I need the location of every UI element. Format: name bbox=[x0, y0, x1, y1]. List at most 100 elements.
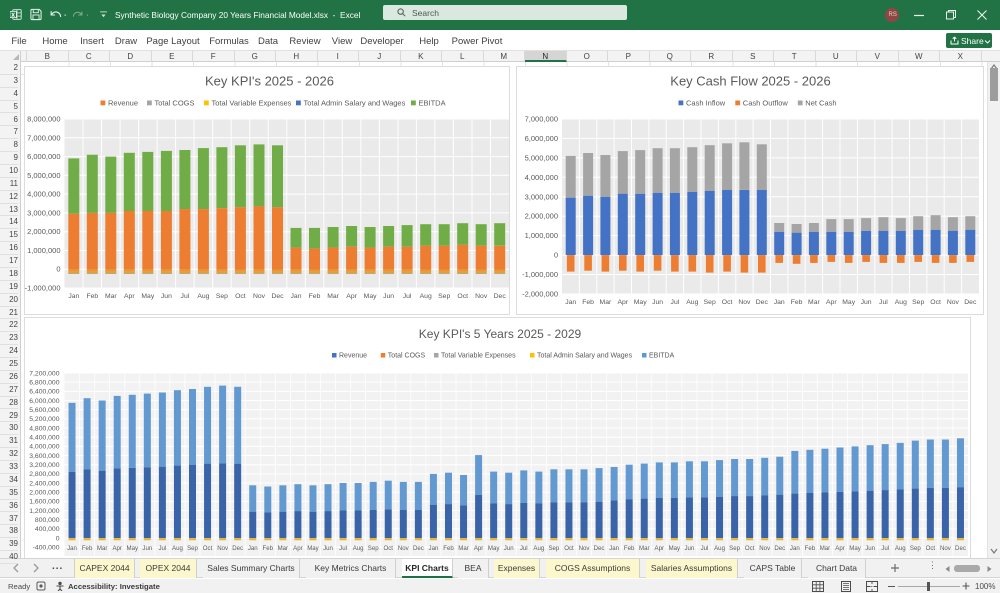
svg-text:EBITDA: EBITDA bbox=[649, 353, 675, 360]
svg-text:Nov: Nov bbox=[475, 293, 488, 300]
svg-text:Revenue: Revenue bbox=[339, 353, 367, 360]
svg-text:Apr: Apr bbox=[112, 545, 121, 552]
svg-text:Sep: Sep bbox=[910, 545, 921, 552]
svg-text:Feb: Feb bbox=[443, 545, 454, 552]
svg-text:Total Variable Expenses: Total Variable Expenses bbox=[212, 99, 292, 108]
svg-text:Dec: Dec bbox=[494, 293, 507, 300]
svg-text:Nov: Nov bbox=[398, 545, 410, 552]
svg-text:Apr: Apr bbox=[293, 545, 302, 552]
svg-text:4,800,000: 4,800,000 bbox=[29, 425, 59, 432]
svg-text:Nov: Nov bbox=[940, 545, 952, 552]
svg-text:1,000,000: 1,000,000 bbox=[27, 246, 60, 255]
svg-text:3,000,000: 3,000,000 bbox=[27, 208, 60, 217]
svg-text:Jan: Jan bbox=[774, 299, 785, 306]
svg-text:Mar: Mar bbox=[820, 545, 831, 552]
svg-text:Jan: Jan bbox=[565, 299, 576, 306]
svg-text:2,000,000: 2,000,000 bbox=[27, 227, 60, 236]
svg-text:Jan: Jan bbox=[67, 545, 77, 552]
svg-text:May: May bbox=[307, 545, 319, 552]
svg-text:Mar: Mar bbox=[458, 545, 469, 552]
svg-text:May: May bbox=[634, 299, 647, 306]
svg-text:1,200,000: 1,200,000 bbox=[29, 508, 59, 515]
svg-text:Nov: Nov bbox=[217, 545, 229, 552]
svg-text:Dec: Dec bbox=[413, 545, 424, 552]
svg-text:Nov: Nov bbox=[579, 545, 591, 552]
svg-text:0: 0 bbox=[56, 535, 60, 542]
svg-text:Sep: Sep bbox=[368, 545, 379, 552]
svg-text:Feb: Feb bbox=[263, 545, 274, 552]
svg-text:Aug: Aug bbox=[420, 293, 432, 300]
svg-text:Key KPI's 5 Years 2025 - 2029: Key KPI's 5 Years 2025 - 2029 bbox=[419, 327, 582, 341]
svg-text:Nov: Nov bbox=[947, 299, 960, 306]
svg-text:Feb: Feb bbox=[624, 545, 635, 552]
svg-text:Apr: Apr bbox=[474, 545, 483, 552]
svg-text:5,200,000: 5,200,000 bbox=[29, 416, 59, 423]
svg-text:Feb: Feb bbox=[86, 293, 98, 300]
svg-text:-2,000,000: -2,000,000 bbox=[522, 290, 558, 299]
svg-text:800,000: 800,000 bbox=[35, 517, 60, 524]
svg-text:2,000,000: 2,000,000 bbox=[29, 490, 59, 497]
svg-text:Dec: Dec bbox=[232, 545, 243, 552]
svg-text:Oct: Oct bbox=[745, 545, 755, 552]
svg-text:Jun: Jun bbox=[323, 545, 333, 552]
svg-text:Feb: Feb bbox=[309, 293, 321, 300]
svg-text:Jul: Jul bbox=[881, 545, 889, 552]
svg-text:-400,000: -400,000 bbox=[33, 545, 60, 552]
svg-text:Aug: Aug bbox=[714, 545, 725, 552]
svg-text:Jun: Jun bbox=[161, 293, 172, 300]
svg-text:Mar: Mar bbox=[600, 299, 612, 306]
svg-text:Jun: Jun bbox=[142, 545, 152, 552]
svg-text:Apr: Apr bbox=[835, 545, 844, 552]
svg-text:5,000,000: 5,000,000 bbox=[27, 171, 60, 180]
svg-text:Oct: Oct bbox=[926, 545, 936, 552]
svg-text:Feb: Feb bbox=[582, 299, 594, 306]
svg-text:Net Cash: Net Cash bbox=[805, 99, 836, 108]
svg-text:Aug: Aug bbox=[895, 299, 907, 306]
svg-text:Sep: Sep bbox=[548, 545, 559, 552]
svg-text:Nov: Nov bbox=[253, 293, 266, 300]
svg-text:May: May bbox=[669, 545, 681, 552]
svg-text:Jun: Jun bbox=[861, 299, 872, 306]
svg-text:Apr: Apr bbox=[346, 293, 357, 300]
svg-text:6,400,000: 6,400,000 bbox=[29, 389, 59, 396]
svg-text:Key KPI's 2025 - 2026: Key KPI's 2025 - 2026 bbox=[205, 74, 334, 89]
svg-text:6,000,000: 6,000,000 bbox=[27, 152, 60, 161]
svg-text:May: May bbox=[849, 545, 861, 552]
svg-text:EBITDA: EBITDA bbox=[419, 99, 446, 108]
svg-text:Key Cash Flow 2025 - 2026: Key Cash Flow 2025 - 2026 bbox=[670, 74, 830, 89]
svg-text:3,600,000: 3,600,000 bbox=[29, 453, 59, 460]
svg-text:5,600,000: 5,600,000 bbox=[29, 407, 59, 414]
svg-text:May: May bbox=[842, 299, 855, 306]
svg-text:May: May bbox=[488, 545, 500, 552]
svg-text:2,800,000: 2,800,000 bbox=[29, 471, 59, 478]
svg-text:Sep: Sep bbox=[704, 299, 716, 306]
svg-text:Jan: Jan bbox=[790, 545, 800, 552]
svg-text:Apr: Apr bbox=[618, 299, 629, 306]
svg-text:Mar: Mar bbox=[105, 293, 117, 300]
svg-text:Aug: Aug bbox=[895, 545, 906, 552]
svg-text:Jul: Jul bbox=[879, 299, 888, 306]
svg-text:3,200,000: 3,200,000 bbox=[29, 462, 59, 469]
svg-text:Oct: Oct bbox=[235, 293, 246, 300]
svg-text:Oct: Oct bbox=[203, 545, 213, 552]
svg-text:Jan: Jan bbox=[248, 545, 258, 552]
svg-text:6,800,000: 6,800,000 bbox=[29, 380, 59, 387]
svg-text:Oct: Oct bbox=[564, 545, 574, 552]
svg-text:1,000,000: 1,000,000 bbox=[525, 231, 558, 240]
svg-text:Oct: Oct bbox=[457, 293, 468, 300]
svg-text:May: May bbox=[364, 293, 377, 300]
svg-text:7,200,000: 7,200,000 bbox=[29, 370, 59, 377]
svg-text:Sep: Sep bbox=[438, 293, 450, 300]
svg-text:May: May bbox=[127, 545, 139, 552]
svg-text:May: May bbox=[141, 293, 154, 300]
svg-text:Jan: Jan bbox=[609, 545, 619, 552]
svg-text:Aug: Aug bbox=[197, 293, 209, 300]
svg-text:Aug: Aug bbox=[686, 299, 698, 306]
svg-text:6,000,000: 6,000,000 bbox=[29, 398, 59, 405]
svg-text:Sep: Sep bbox=[912, 299, 924, 306]
svg-text:Jun: Jun bbox=[504, 545, 514, 552]
svg-text:Dec: Dec bbox=[271, 293, 284, 300]
svg-text:Jan: Jan bbox=[429, 545, 439, 552]
svg-text:Aug: Aug bbox=[533, 545, 544, 552]
svg-text:Total COGS: Total COGS bbox=[155, 99, 195, 108]
